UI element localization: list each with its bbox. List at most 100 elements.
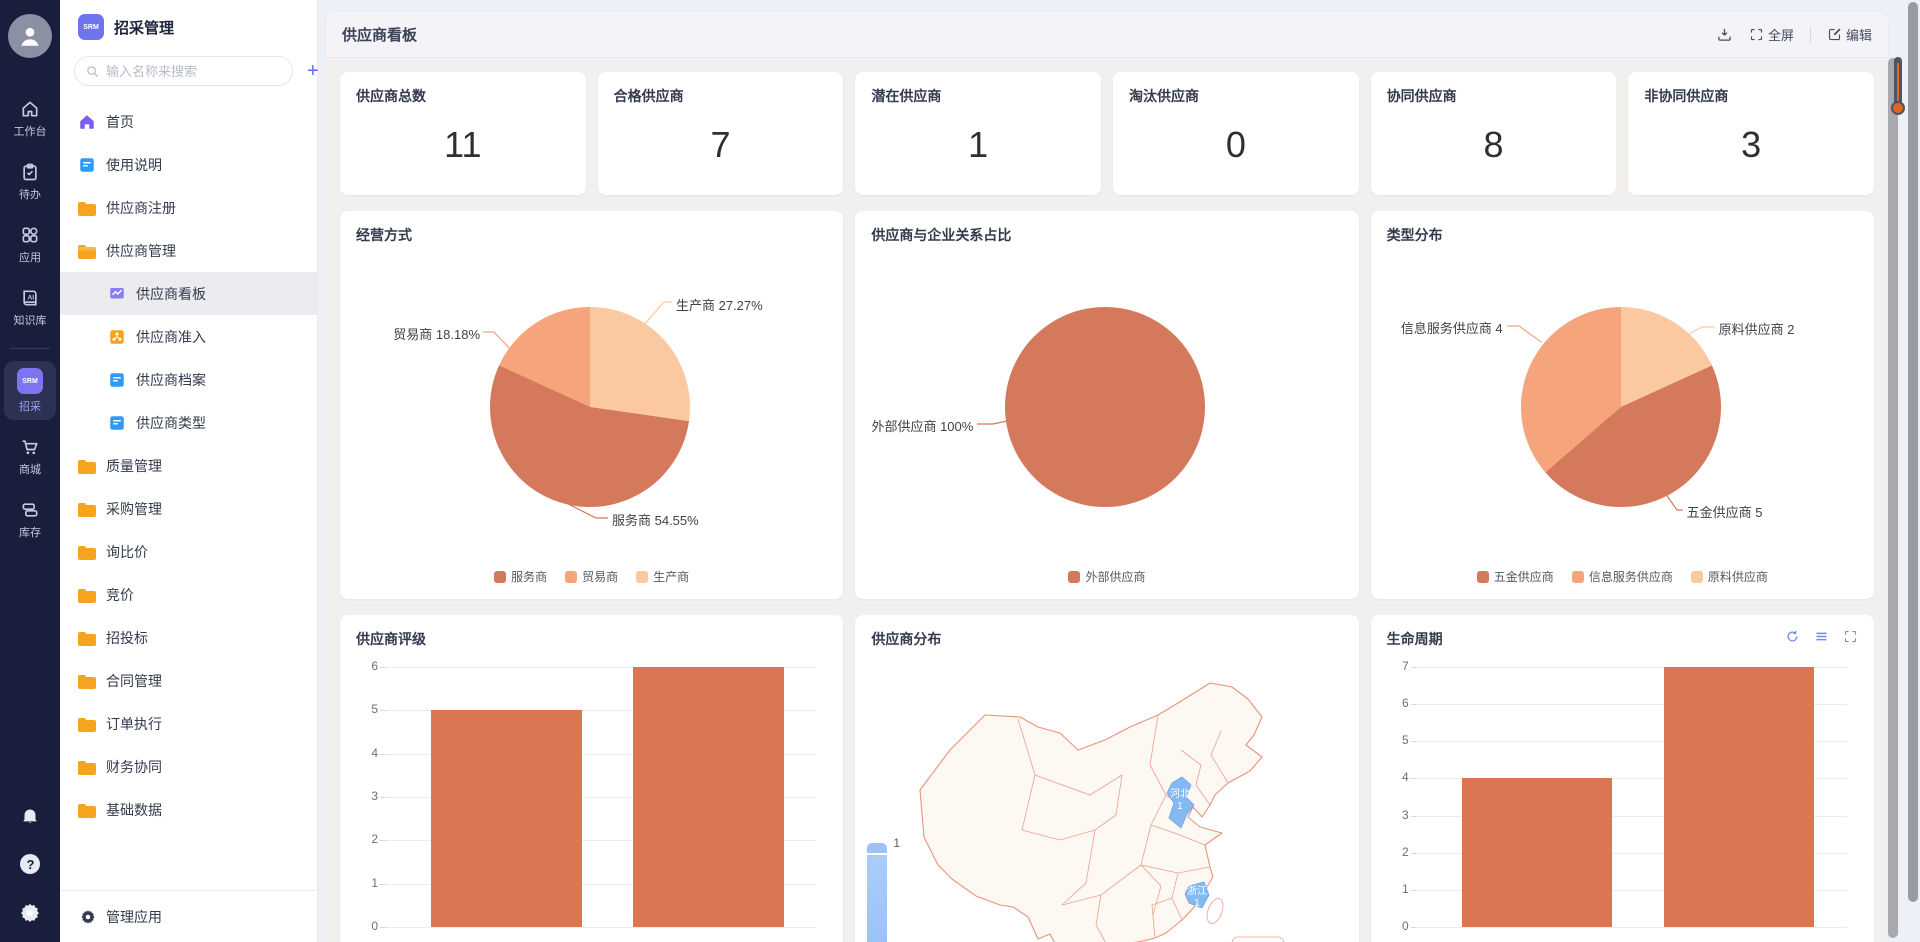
refresh-icon[interactable] — [1785, 629, 1800, 644]
sidebar-item-finance-collaboration[interactable]: 财务协同 — [60, 745, 317, 788]
rail-item-label: 招采 — [19, 398, 41, 414]
bar-value-6[interactable] — [633, 667, 784, 927]
legend-item[interactable]: 信息服务供应商 — [1572, 568, 1673, 585]
rail-item-label: 工作台 — [14, 123, 47, 139]
folder-icon — [78, 202, 96, 216]
legend-item[interactable]: 生产商 — [636, 568, 689, 585]
visualmap-bar[interactable] — [867, 855, 887, 942]
stat-label: 合格供应商 — [614, 86, 828, 106]
apps-grid-icon — [20, 225, 40, 245]
panel-body: 供应商总数 11 合格供应商 7 潜在供应商 1 淘汰供应商 0 — [326, 58, 1888, 942]
help-icon[interactable] — [18, 852, 42, 876]
sidebar-item-tender[interactable]: 招投标 — [60, 616, 317, 659]
rail-item-inventory[interactable]: 库存 — [4, 493, 56, 546]
sidebar-item-inquiry[interactable]: 询比价 — [60, 530, 317, 573]
sidebar-item-supplier-register[interactable]: 供应商注册 — [60, 186, 317, 229]
chart-card-type-distribution: 类型分布 信息服务供应商 4 原料供应商 2 五金供应商 5 五金供应商 信息 — [1371, 211, 1874, 599]
edit-icon — [1827, 27, 1842, 42]
legend-item[interactable]: 五金供应商 — [1477, 568, 1554, 585]
rail-item-todo[interactable]: 待办 — [4, 155, 56, 208]
folder-icon — [78, 761, 96, 775]
chart-card-supplier-rating: 供应商评级 0123456 — [340, 615, 843, 942]
folder-icon — [78, 804, 96, 818]
chart-card-lifecycle: 生命周期 01234567 — [1371, 615, 1874, 942]
rail-item-procurement[interactable]: SRM 招采 — [4, 361, 56, 420]
pie-label-producer: 生产商 27.27% — [676, 295, 763, 314]
sidebar-item-supplier-archive[interactable]: 供应商档案 — [60, 358, 317, 401]
document-icon — [108, 371, 126, 389]
bar-value-7[interactable] — [1664, 667, 1815, 927]
sidebar-item-usage-guide[interactable]: 使用说明 — [60, 143, 317, 186]
folder-icon — [78, 718, 96, 732]
rail-bottom — [18, 804, 42, 932]
sidebar-item-supplier-management[interactable]: 供应商管理 — [60, 229, 317, 272]
stat-value: 3 — [1628, 124, 1874, 166]
download-button[interactable] — [1716, 26, 1733, 43]
manage-app-button[interactable]: 管理应用 — [60, 890, 317, 942]
fullscreen-label: 全屏 — [1768, 25, 1794, 44]
search-box[interactable] — [74, 56, 293, 86]
edit-label: 编辑 — [1846, 25, 1872, 44]
sidebar-item-purchase-management[interactable]: 采购管理 — [60, 487, 317, 530]
fullscreen-button[interactable]: 全屏 — [1749, 25, 1794, 44]
stat-card-qualified: 合格供应商 7 — [598, 72, 844, 195]
stat-value: 7 — [598, 124, 844, 166]
legend-item[interactable]: 贸易商 — [565, 568, 618, 585]
sidebar-item-order-execution[interactable]: 订单执行 — [60, 702, 317, 745]
lifecycle-bar-plot[interactable]: 01234567 — [1417, 667, 1847, 927]
map-label-hebei: 河北 — [1170, 788, 1190, 800]
legend-item[interactable]: 服务商 — [494, 568, 547, 585]
menu-label: 质量管理 — [106, 456, 162, 476]
stat-card-total: 供应商总数 11 — [340, 72, 586, 195]
chart-card-business-mode: 经营方式 生产商 27.27% 贸易商 18.18% 服务商 54.55% 服务… — [340, 211, 843, 599]
bar-value-4[interactable] — [1462, 778, 1613, 927]
panel-scrollbar[interactable] — [1888, 58, 1898, 938]
search-icon — [85, 64, 100, 79]
sidebar-item-quality-management[interactable]: 质量管理 — [60, 444, 317, 487]
rail-item-workbench[interactable]: 工作台 — [4, 92, 56, 145]
edit-button[interactable]: 编辑 — [1827, 25, 1872, 44]
sidebar-item-contract-management[interactable]: 合同管理 — [60, 659, 317, 702]
rail-item-apps[interactable]: 应用 — [4, 218, 56, 271]
legend-label: 原料供应商 — [1708, 568, 1768, 585]
sidebar-item-home[interactable]: 首页 — [60, 100, 317, 143]
business-mode-pie[interactable] — [490, 307, 690, 507]
sidebar-item-supplier-dashboard[interactable]: 供应商看板 — [60, 272, 317, 315]
rail-divider — [10, 348, 50, 349]
rail-item-label: 应用 — [19, 249, 41, 265]
page-scrollbar[interactable] — [1908, 2, 1918, 902]
chart-card-enterprise-relation: 供应商与企业关系占比 外部供应商 100% 外部供应商 — [855, 211, 1358, 599]
sidebar-item-base-data[interactable]: 基础数据 — [60, 788, 317, 831]
sidebar-header: SRM 招采管理 — [60, 14, 317, 56]
user-avatar[interactable] — [8, 14, 52, 58]
fullscreen-icon — [1749, 27, 1764, 42]
china-map[interactable]: 河北 1 浙江 1 — [910, 655, 1340, 942]
sidebar-item-supplier-access[interactable]: 供应商准入 — [60, 315, 317, 358]
app-logo-icon: SRM — [78, 14, 104, 40]
settings-gear-icon[interactable] — [19, 902, 41, 924]
bar-value-5[interactable] — [431, 710, 582, 927]
map-value-hebei: 1 — [1178, 801, 1184, 812]
user-icon — [17, 23, 43, 49]
pie-label-trader: 贸易商 18.18% — [380, 324, 480, 343]
rail-item-mall[interactable]: 商城 — [4, 430, 56, 483]
enterprise-relation-pie[interactable] — [1005, 307, 1205, 507]
rail-item-knowledge-base[interactable]: 知识库 — [4, 281, 56, 334]
sidebar-item-supplier-type[interactable]: 供应商类型 — [60, 401, 317, 444]
notifications-bell-icon[interactable] — [19, 804, 41, 826]
fullscreen-icon[interactable] — [1843, 629, 1858, 644]
sidebar-menu: 首页 使用说明 供应商注册 供应商管理 供应商看板 供应商准入 — [60, 100, 317, 890]
menu-label: 首页 — [106, 112, 134, 132]
download-icon — [1716, 26, 1733, 43]
menu-icon[interactable] — [1814, 629, 1829, 644]
sidebar-item-bidding[interactable]: 竞价 — [60, 573, 317, 616]
stat-label: 淘汰供应商 — [1129, 86, 1343, 106]
type-distribution-pie[interactable] — [1521, 307, 1721, 507]
search-input[interactable] — [106, 64, 282, 79]
chart-title: 供应商评级 — [356, 629, 426, 649]
legend-item[interactable]: 原料供应商 — [1691, 568, 1768, 585]
legend-item[interactable]: 外部供应商 — [1068, 568, 1145, 585]
thermometer-widget[interactable] — [1890, 57, 1906, 119]
menu-label: 供应商管理 — [106, 241, 176, 261]
supplier-rating-bar-plot[interactable]: 0123456 — [386, 667, 816, 927]
